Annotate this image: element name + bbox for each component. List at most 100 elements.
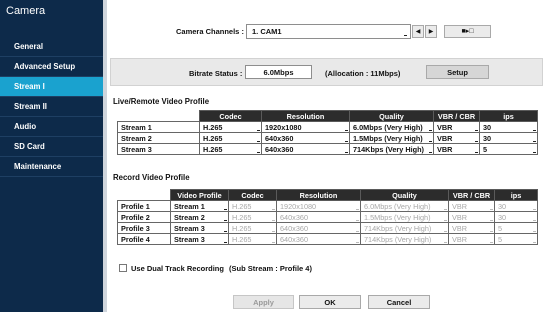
resolution-select[interactable]: 640x360 <box>261 143 350 155</box>
setup-button-label: Setup <box>447 68 468 77</box>
apply-button-label: Apply <box>253 298 274 307</box>
table-row: Profile 2 Stream 2 H.265 640x360 1.5Mbps… <box>117 211 538 223</box>
video-profile-select[interactable]: Stream 1 <box>170 200 229 212</box>
table-header-corner <box>117 189 171 201</box>
apply-button[interactable]: Apply <box>233 295 294 309</box>
triangle-left-icon: ◀ <box>415 29 421 35</box>
camera-channel-value: 1. CAM1 <box>252 27 282 36</box>
vbr-cbr-select: VBR <box>448 233 495 245</box>
column-header: VBR / CBR <box>433 110 480 122</box>
row-label: Stream 2 <box>117 132 200 144</box>
quality-select[interactable]: 6.0Mbps (Very High) <box>349 121 434 133</box>
vbr-cbr-select[interactable]: VBR <box>433 121 480 133</box>
video-profile-select[interactable]: Stream 3 <box>170 222 229 234</box>
sidebar-item-general[interactable]: General <box>0 37 103 57</box>
quality-select: 714Kbps (Very High) <box>360 233 449 245</box>
dual-track-note: (Sub Stream : Profile 4) <box>229 264 312 273</box>
ips-select[interactable]: 5 <box>479 143 538 155</box>
vbr-cbr-select[interactable]: VBR <box>433 132 480 144</box>
column-header: Codec <box>228 189 277 201</box>
table-row: Profile 4 Stream 3 H.265 640x360 714Kbps… <box>117 233 538 245</box>
cancel-button[interactable]: Cancel <box>368 295 430 309</box>
video-profile-select[interactable]: Stream 3 <box>170 233 229 245</box>
column-header: Resolution <box>261 110 350 122</box>
vbr-cbr-select: VBR <box>448 200 495 212</box>
ips-select: 30 <box>494 200 538 212</box>
dual-track-checkbox[interactable] <box>119 264 127 272</box>
next-channel-button[interactable]: ▶ <box>425 25 437 38</box>
resolution-select[interactable]: 1920x1080 <box>261 121 350 133</box>
row-label: Profile 4 <box>117 233 171 245</box>
setup-button[interactable]: Setup <box>426 65 489 79</box>
ips-select[interactable]: 30 <box>479 121 538 133</box>
codec-select[interactable]: H.265 <box>199 121 262 133</box>
sidebar-title: Camera <box>6 5 46 17</box>
sidebar: Camera General Advanced Setup Stream I S… <box>0 0 103 312</box>
column-header: Video Profile <box>170 189 229 201</box>
row-label: Profile 3 <box>117 222 171 234</box>
copy-settings-icon: ■▸□ <box>461 28 474 35</box>
quality-select: 714Kbps (Very High) <box>360 222 449 234</box>
row-label: Profile 2 <box>117 211 171 223</box>
dropdown-icon <box>404 35 407 36</box>
video-profile-select[interactable]: Stream 2 <box>170 211 229 223</box>
ips-select: 30 <box>494 211 538 223</box>
row-label: Stream 3 <box>117 143 200 155</box>
sidebar-item-advanced-setup[interactable]: Advanced Setup <box>0 57 103 77</box>
codec-select: H.265 <box>228 211 277 223</box>
column-header: VBR / CBR <box>448 189 495 201</box>
sidebar-item-maintenance[interactable]: Maintenance <box>0 157 103 177</box>
cancel-button-label: Cancel <box>386 298 412 307</box>
resolution-select: 640x360 <box>276 222 361 234</box>
record-profile-table: Video Profile Codec Resolution Quality V… <box>117 189 538 245</box>
table-row: Stream 1 H.265 1920x1080 6.0Mbps (Very H… <box>117 121 538 133</box>
copy-settings-button[interactable]: ■▸□ <box>444 25 491 38</box>
dual-track-label: Use Dual Track Recording (Sub Stream : P… <box>131 264 312 273</box>
sidebar-item-stream-ii[interactable]: Stream II <box>0 97 103 117</box>
ips-select[interactable]: 30 <box>479 132 538 144</box>
ips-select: 5 <box>494 222 538 234</box>
table-row: Profile 3 Stream 3 H.265 640x360 714Kbps… <box>117 222 538 234</box>
codec-select[interactable]: H.265 <box>199 132 262 144</box>
ok-button[interactable]: OK <box>299 295 361 309</box>
table-header-corner <box>117 110 200 122</box>
bitrate-value: 6.0Mbps <box>245 65 312 79</box>
codec-select: H.265 <box>228 233 277 245</box>
resolution-select: 640x360 <box>276 233 361 245</box>
ips-select: 5 <box>494 233 538 245</box>
sidebar-item-sd-card[interactable]: SD Card <box>0 137 103 157</box>
resolution-select[interactable]: 640x360 <box>261 132 350 144</box>
vbr-cbr-select: VBR <box>448 222 495 234</box>
resolution-select: 1920x1080 <box>276 200 361 212</box>
quality-select[interactable]: 714Kbps (Very High) <box>349 143 434 155</box>
record-profile-section-title: Record Video Profile <box>113 173 190 182</box>
table-header-row: Codec Resolution Quality VBR / CBR ips <box>117 110 538 122</box>
column-header: Quality <box>349 110 434 122</box>
codec-select[interactable]: H.265 <box>199 143 262 155</box>
table-row: Stream 3 H.265 640x360 714Kbps (Very Hig… <box>117 143 538 155</box>
column-header: ips <box>494 189 538 201</box>
sidebar-item-audio[interactable]: Audio <box>0 117 103 137</box>
column-header: Quality <box>360 189 449 201</box>
bitrate-status-label: Bitrate Status : <box>189 69 243 78</box>
table-row: Profile 1 Stream 1 H.265 1920x1080 6.0Mb… <box>117 200 538 212</box>
main-panel: Camera Channels : 1. CAM1 ◀ ▶ ■▸□ Bitrat… <box>107 0 555 312</box>
resolution-select: 640x360 <box>276 211 361 223</box>
triangle-right-icon: ▶ <box>428 29 434 35</box>
row-label: Stream 1 <box>117 121 200 133</box>
ok-button-label: OK <box>324 298 336 307</box>
camera-channel-select[interactable]: 1. CAM1 <box>246 24 411 39</box>
sidebar-item-stream-i[interactable]: Stream I <box>0 77 103 97</box>
live-profile-section-title: Live/Remote Video Profile <box>113 97 210 106</box>
quality-select[interactable]: 1.5Mbps (Very High) <box>349 132 434 144</box>
dual-track-label-text: Use Dual Track Recording <box>131 264 224 273</box>
row-label: Profile 1 <box>117 200 171 212</box>
quality-select: 1.5Mbps (Very High) <box>360 211 449 223</box>
table-header-row: Video Profile Codec Resolution Quality V… <box>117 189 538 201</box>
vbr-cbr-select[interactable]: VBR <box>433 143 480 155</box>
camera-channels-label: Camera Channels : <box>176 27 244 36</box>
prev-channel-button[interactable]: ◀ <box>412 25 424 38</box>
table-row: Stream 2 H.265 640x360 1.5Mbps (Very Hig… <box>117 132 538 144</box>
column-header: Resolution <box>276 189 361 201</box>
codec-select: H.265 <box>228 222 277 234</box>
